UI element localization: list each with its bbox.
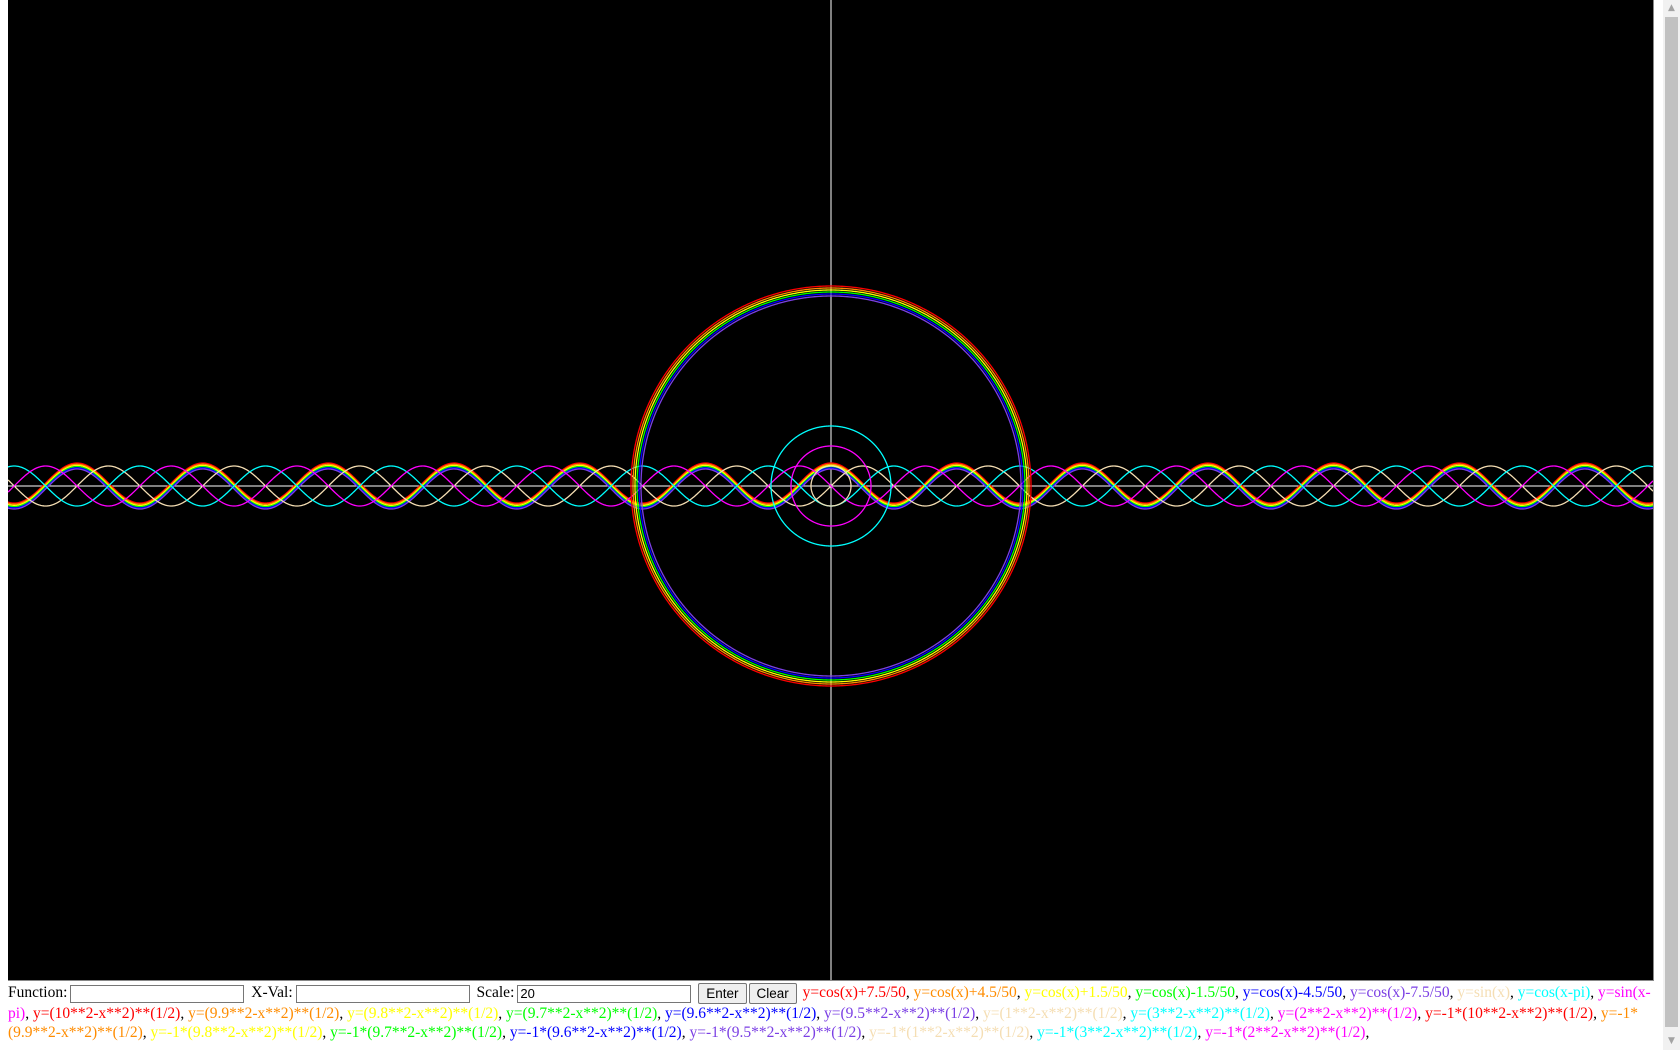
equation-entry: y=cos(x)-1.5/50 <box>1135 984 1235 1002</box>
xval-label: X-Val: <box>251 984 293 1002</box>
xval-input[interactable] <box>295 984 470 1003</box>
equation-entry: y=cos(x)-4.5/50 <box>1242 984 1343 1002</box>
equation-entry: y=-1*(9.5**2-x**2)**(1/2) <box>689 1024 862 1041</box>
equation-entry: y=(9.7**2-x**2)**(1/2) <box>506 1005 658 1022</box>
equation-entry: y=-1*(3**2-x**2)**(1/2) <box>1037 1024 1198 1041</box>
function-input[interactable] <box>70 984 245 1003</box>
equation-entry: y=(10**2-x**2)**(1/2) <box>32 1005 181 1022</box>
equation-entry: y=(2**2-x**2)**(1/2) <box>1277 1005 1418 1022</box>
equation-entry: y=-1*(9.7**2-x**2)**(1/2) <box>330 1024 503 1041</box>
equation-entry: y=cos(x)+7.5/50 <box>802 984 906 1002</box>
equation-entry: y=(9.6**2-x**2)**(1/2) <box>665 1005 817 1022</box>
scroll-up-arrow-icon[interactable]: ▲ <box>1663 0 1680 17</box>
equation-entry: y=(1**2-x**2)**(1/2) <box>983 1005 1123 1022</box>
equation-entry: y=(9.8**2-x**2)**(1/2) <box>347 1005 499 1022</box>
scale-input[interactable] <box>517 984 692 1003</box>
graph-canvas[interactable] <box>8 0 1654 981</box>
equation-entry: y=cos(x)-7.5/50 <box>1350 984 1450 1002</box>
enter-button[interactable]: Enter <box>698 983 747 1004</box>
equation-entry: y=(3**2-x**2)**(1/2) <box>1130 1005 1270 1022</box>
equation-entry: y=cos(x-pi) <box>1517 984 1591 1002</box>
equation-entry: y=-1*(1**2-x**2)**(1/2) <box>869 1024 1030 1041</box>
scale-label: Scale: <box>476 984 515 1002</box>
equation-entry: y=cos(x)+1.5/50 <box>1024 984 1128 1002</box>
clear-button[interactable]: Clear <box>748 983 797 1004</box>
equation-entry: y=cos(x)+4.5/50 <box>913 984 1017 1002</box>
equation-entry: y=sin(x) <box>1457 984 1511 1002</box>
equation-entry: y=-1*(2**2-x**2)**(1/2) <box>1205 1024 1366 1041</box>
equation-entry: y=-1*(10**2-x**2)**(1/2) <box>1425 1005 1594 1022</box>
equation-entry: y=(9.5**2-x**2)**(1/2) <box>824 1005 976 1022</box>
control-bar: Function: X-Val: Scale: EnterClear y=cos… <box>8 983 1653 1042</box>
equation-entry: y=-1*(9.8**2-x**2)**(1/2) <box>150 1024 323 1041</box>
equation-entry: y=(9.9**2-x**2)**(1/2) <box>188 1005 340 1022</box>
vertical-scrollbar[interactable]: ▲ ▼ <box>1663 0 1680 1050</box>
scroll-down-arrow-icon[interactable]: ▼ <box>1663 1033 1680 1050</box>
graph-plot <box>8 0 1653 980</box>
function-label: Function: <box>8 984 68 1002</box>
equation-entry: y=-1*(9.6**2-x**2)**(1/2) <box>509 1024 682 1041</box>
scroll-thumb[interactable] <box>1665 17 1678 1027</box>
